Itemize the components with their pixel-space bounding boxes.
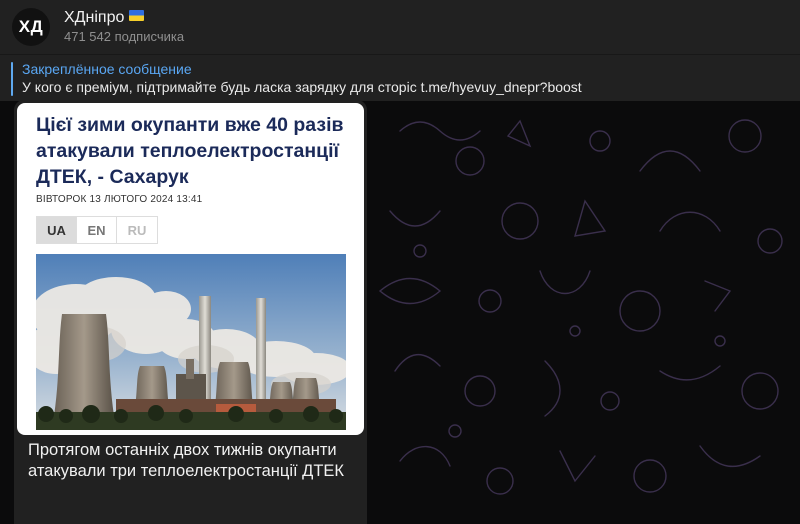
article-title: Цієї зими окупанти вже 40 разів атакувал… (36, 114, 344, 188)
channel-info[interactable]: ХДніпро 471 542 подписчика (64, 8, 184, 46)
lang-ru[interactable]: RU (117, 217, 157, 243)
ukraine-flag-icon (129, 10, 145, 21)
subscriber-count: 471 542 подписчика (64, 29, 185, 44)
pinned-message[interactable]: Закреплённое сообщение У кого є преміум,… (0, 54, 800, 101)
pinned-indicator-bar (11, 62, 13, 96)
channel-name-text: ХДніпро (64, 9, 125, 26)
link-preview[interactable]: Цієї зими окупанти вже 40 разів атакувал… (17, 103, 364, 435)
pinned-title: Закреплённое сообщение (22, 61, 192, 77)
lang-en[interactable]: EN (77, 217, 117, 243)
lang-ua[interactable]: UA (37, 217, 77, 243)
chat-header[interactable]: ХД ХДніпро 471 542 подписчика (0, 0, 800, 54)
article-date: ВІВТОРОК 13 ЛЮТОГО 2024 13:41 (36, 194, 203, 205)
language-switcher: UA EN RU (36, 216, 158, 244)
channel-avatar[interactable]: ХД (12, 8, 50, 46)
channel-post[interactable]: Цієї зими окупанти вже 40 разів атакувал… (14, 100, 367, 524)
power-plant-photo[interactable] (36, 254, 346, 430)
pinned-text: У кого є преміум, підтримайте будь ласка… (22, 79, 582, 95)
channel-name: ХДніпро (64, 8, 184, 28)
post-caption: Протягом останніх двох тижнів окупанти а… (28, 441, 345, 480)
